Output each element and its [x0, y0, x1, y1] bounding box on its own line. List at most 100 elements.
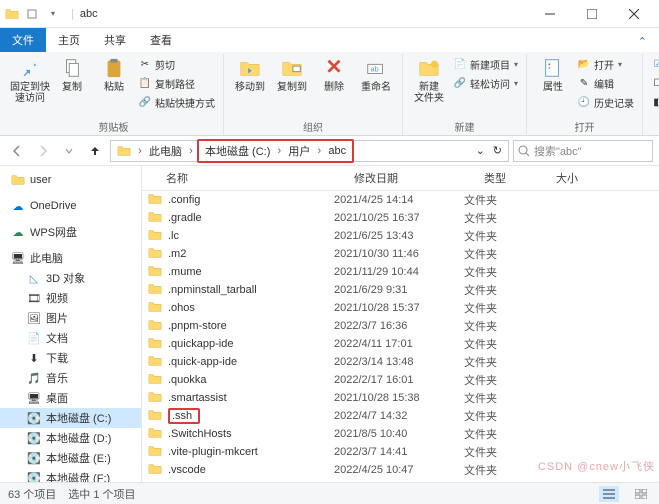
tree-pc[interactable]: 🖥此电脑: [0, 248, 141, 268]
breadcrumb-drive[interactable]: 本地磁盘 (C:): [201, 141, 274, 161]
pin-quickaccess-button[interactable]: 固定到快 速访问: [10, 54, 50, 106]
easy-access-button[interactable]: 🔗轻松访问▾: [451, 75, 520, 92]
file-row[interactable]: .vscode 2022/4/25 10:47文件夹: [142, 461, 659, 479]
invert-selection-button[interactable]: ◧反向选择: [649, 94, 659, 111]
edit-button[interactable]: ✎编辑: [575, 75, 636, 92]
group-open: 打开: [575, 118, 595, 135]
copy-path-button[interactable]: 📋复制路径: [136, 75, 217, 92]
file-row[interactable]: .vite-plugin-mkcert2022/3/7 14:41文件夹: [142, 443, 659, 461]
tree-music[interactable]: 🎵音乐: [0, 368, 141, 388]
file-row[interactable]: .smartassist2021/10/28 15:38文件夹: [142, 389, 659, 407]
tree-desktop[interactable]: 🖥桌面: [0, 388, 141, 408]
file-type: 文件夹: [464, 408, 536, 424]
ribbon-tabs: 文件 主页 共享 查看 ⌃: [0, 28, 659, 52]
tree-onedrive[interactable]: ☁OneDrive: [0, 196, 141, 216]
file-row[interactable]: .config2021/4/25 14:14文件夹: [142, 191, 659, 209]
ribbon-collapse[interactable]: ⌃: [626, 31, 659, 52]
file-row[interactable]: .quickapp-ide2022/4/11 17:01文件夹: [142, 335, 659, 353]
file-type: 文件夹: [464, 354, 536, 370]
tree-drive-e[interactable]: 💽本地磁盘 (E:): [0, 448, 141, 468]
new-folder-button[interactable]: 新建 文件夹: [409, 54, 449, 106]
tab-file[interactable]: 文件: [0, 28, 46, 52]
rename-button[interactable]: ab重命名: [356, 54, 396, 95]
chevron-right-icon[interactable]: ›: [186, 145, 196, 157]
folder-icon: [148, 408, 164, 424]
breadcrumb-icon[interactable]: [113, 141, 135, 161]
view-icons-button[interactable]: [631, 486, 651, 502]
nav-recent-button[interactable]: [58, 140, 80, 162]
properties-button[interactable]: 属性: [533, 54, 573, 95]
file-name: .vscode: [168, 464, 206, 476]
tab-share[interactable]: 共享: [92, 28, 138, 52]
minimize-button[interactable]: [529, 0, 571, 28]
file-row[interactable]: .SwitchHosts2021/8/5 10:40文件夹: [142, 425, 659, 443]
breadcrumb[interactable]: › 此电脑 › 本地磁盘 (C:) › 用户 › abc ⌄ ↻: [110, 140, 509, 162]
col-date[interactable]: 修改日期: [354, 170, 484, 186]
file-row[interactable]: .mume2021/11/29 10:44文件夹: [142, 263, 659, 281]
tree-wps[interactable]: ☁WPS网盘: [0, 222, 141, 242]
breadcrumb-pc[interactable]: 此电脑: [145, 141, 186, 161]
chevron-right-icon[interactable]: ›: [135, 145, 145, 157]
cut-button[interactable]: ✂剪切: [136, 56, 217, 73]
copy-to-button[interactable]: 复制到: [272, 54, 312, 95]
history-button[interactable]: 🕘历史记录: [575, 94, 636, 111]
breadcrumb-users[interactable]: 用户: [284, 141, 314, 161]
tree-drive-d[interactable]: 💽本地磁盘 (D:): [0, 428, 141, 448]
file-row[interactable]: .npminstall_tarball2021/6/29 9:31文件夹: [142, 281, 659, 299]
tree-videos[interactable]: 🎞视频: [0, 288, 141, 308]
file-row[interactable]: .gradle2021/10/25 16:37文件夹: [142, 209, 659, 227]
file-row[interactable]: .ohos2021/10/28 15:37文件夹: [142, 299, 659, 317]
col-type[interactable]: 类型: [484, 170, 556, 186]
titlebar: ▾ | abc: [0, 0, 659, 28]
select-all-button[interactable]: ☑全部选择: [649, 56, 659, 73]
file-row[interactable]: .m22021/10/30 11:46文件夹: [142, 245, 659, 263]
file-date: 2021/10/28 15:37: [334, 302, 464, 314]
new-item-button[interactable]: 📄新建项目▾: [451, 56, 520, 73]
paste-shortcut-button[interactable]: 🔗粘贴快捷方式: [136, 94, 217, 111]
tree-documents[interactable]: 📄文档: [0, 328, 141, 348]
paste-button[interactable]: 粘贴: [94, 54, 134, 95]
move-to-button[interactable]: 移动到: [230, 54, 270, 95]
ribbon: 固定到快 速访问 复制 粘贴 ✂剪切 📋复制路径 🔗粘贴快捷方式 剪贴板 移动到…: [0, 52, 659, 136]
close-button[interactable]: [613, 0, 655, 28]
col-name[interactable]: 名称: [166, 170, 354, 186]
file-row[interactable]: .vuxrc2021/5/17 18:08文件夹: [142, 479, 659, 482]
group-organize: 组织: [303, 118, 323, 135]
copy-button[interactable]: 复制: [52, 54, 92, 95]
breadcrumb-refresh[interactable]: ↻: [489, 141, 506, 161]
tree-drive-c[interactable]: 💽本地磁盘 (C:): [0, 408, 141, 428]
file-row[interactable]: .pnpm-store2022/3/7 16:36文件夹: [142, 317, 659, 335]
nav-up-button[interactable]: [84, 140, 106, 162]
tree-user[interactable]: user: [0, 170, 141, 190]
nav-forward-button[interactable]: [32, 140, 54, 162]
tab-home[interactable]: 主页: [46, 28, 92, 52]
view-details-button[interactable]: [599, 486, 619, 502]
nav-tree[interactable]: user ☁OneDrive ☁WPS网盘 🖥此电脑 ◺3D 对象 🎞视频 🖼图…: [0, 166, 142, 482]
select-none-button[interactable]: ☐全部取消: [649, 75, 659, 92]
file-row[interactable]: .quokka2022/2/17 16:01文件夹: [142, 371, 659, 389]
file-row[interactable]: .quick-app-ide2022/3/14 13:48文件夹: [142, 353, 659, 371]
search-box[interactable]: 搜索"abc": [513, 140, 653, 162]
tree-pictures[interactable]: 🖼图片: [0, 308, 141, 328]
folder-icon: [148, 354, 164, 370]
nav-back-button[interactable]: [6, 140, 28, 162]
breadcrumb-dropdown[interactable]: ⌄: [472, 141, 489, 161]
qat-dropdown[interactable]: ▾: [45, 6, 61, 22]
breadcrumb-abc[interactable]: abc: [324, 141, 350, 161]
file-row[interactable]: .ssh2022/4/7 14:32文件夹: [142, 407, 659, 425]
col-size[interactable]: 大小: [556, 170, 659, 186]
column-headers[interactable]: 名称 修改日期 类型 大小: [142, 166, 659, 191]
tree-drive-f[interactable]: 💽本地磁盘 (F:): [0, 468, 141, 482]
tree-downloads[interactable]: ⬇下载: [0, 348, 141, 368]
qat-icon[interactable]: [24, 6, 40, 22]
maximize-button[interactable]: [571, 0, 613, 28]
file-rows[interactable]: .config2021/4/25 14:14文件夹.gradle2021/10/…: [142, 191, 659, 482]
file-type: 文件夹: [464, 462, 536, 478]
file-row[interactable]: .lc2021/6/25 13:43文件夹: [142, 227, 659, 245]
open-button[interactable]: 📂打开▾: [575, 56, 636, 73]
tree-3d[interactable]: ◺3D 对象: [0, 268, 141, 288]
file-date: 2022/4/25 10:47: [334, 464, 464, 476]
delete-button[interactable]: 删除: [314, 54, 354, 95]
tab-view[interactable]: 查看: [138, 28, 184, 52]
folder-icon: [148, 444, 164, 460]
